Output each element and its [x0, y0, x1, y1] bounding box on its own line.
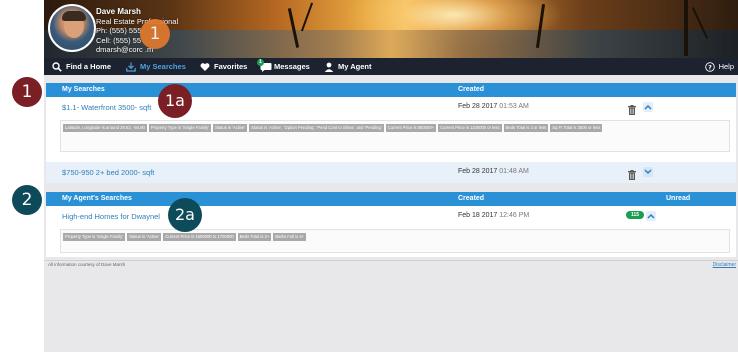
criteria-chip: Beds Total is 2+	[237, 233, 272, 241]
criteria-chip: Status is 'Active'	[127, 233, 162, 241]
search-criteria-panel: Latitude, Longitude is around 29.52, -94…	[46, 118, 736, 156]
screenshot-stage: 1 2 Dave Marsh Real Estate Professional …	[0, 0, 738, 352]
callout-1-header: 1	[140, 19, 170, 49]
main-nav: Find a Home My Searches Favorites 1 Mess…	[44, 58, 738, 75]
search-created: Feb 28 2017 01:48 AM	[458, 168, 529, 175]
search-created: Feb 28 2017 01:53 AM	[458, 103, 529, 110]
agent-searches-title: My Agent's Searches	[62, 195, 132, 202]
nav-label: Favorites	[214, 62, 248, 71]
criteria-chip: Status is 'Active'	[212, 124, 248, 132]
header-banner: Dave Marsh Real Estate Professional Ph: …	[44, 0, 738, 58]
heart-icon	[200, 62, 210, 72]
nav-label: Find a Home	[66, 62, 112, 71]
criteria-chips: Latitude, Longitude is around 29.52, -94…	[63, 124, 727, 132]
chevron-down-icon[interactable]	[643, 167, 653, 177]
nav-label: Messages	[274, 62, 310, 71]
criteria-chip: Baths Full is 3+	[273, 233, 307, 241]
app-window: Dave Marsh Real Estate Professional Ph: …	[44, 0, 738, 352]
search-row: $750-950 2+ bed 2000- sqft Feb 28 2017 0…	[46, 162, 736, 183]
my-searches-header: My Searches Created	[46, 83, 736, 97]
created-date: Feb 28 2017	[458, 168, 498, 175]
download-icon	[126, 62, 136, 72]
created-time: 01:53 AM	[499, 103, 529, 110]
chat-icon: 1	[257, 58, 272, 72]
search-criteria-panel: Property Type is 'Single Family' Status …	[46, 227, 736, 257]
nav-my-agent[interactable]: My Agent	[324, 58, 371, 75]
nav-help[interactable]: ? Help	[704, 58, 734, 75]
chevron-up-icon[interactable]	[643, 102, 653, 112]
created-date: Feb 18 2017	[458, 212, 498, 219]
nav-messages[interactable]: 1 Messages	[257, 58, 310, 75]
trash-icon[interactable]	[628, 167, 636, 180]
my-searches-title: My Searches	[62, 86, 105, 93]
search-created: Feb 18 2017 12:46 PM	[458, 212, 529, 219]
nav-favorites[interactable]: Favorites	[200, 58, 247, 75]
agent-avatar[interactable]	[48, 4, 96, 52]
search-icon	[52, 61, 62, 72]
callout-2: 2	[12, 185, 42, 215]
svg-text:?: ?	[708, 63, 712, 71]
user-icon	[324, 62, 334, 72]
footer-divider	[44, 260, 738, 261]
tree-silhouette	[684, 0, 688, 56]
search-name-link[interactable]: High-end Homes for Dwaynel	[62, 212, 160, 221]
criteria-chip: Current Price is 850000+	[385, 124, 437, 132]
agent-searches-header: My Agent's Searches Created Unread	[46, 192, 736, 206]
unread-column-header: Unread	[666, 195, 691, 202]
nav-find-a-home[interactable]: Find a Home	[52, 58, 111, 75]
search-name-link[interactable]: $750-950 2+ bed 2000- sqft	[62, 168, 154, 177]
callout-1: 1	[12, 77, 42, 107]
criteria-chip: Latitude, Longitude is around 29.52, -94…	[63, 124, 147, 132]
agent-name: Dave Marsh	[96, 7, 141, 16]
created-column-header: Created	[458, 86, 485, 93]
nav-my-searches[interactable]: My Searches	[126, 58, 186, 75]
footer-note: All information courtesy of Dave Marsh	[48, 262, 126, 267]
nav-label: My Agent	[338, 62, 372, 71]
created-time: 12:46 PM	[499, 212, 530, 219]
trash-icon[interactable]	[628, 102, 636, 115]
criteria-chip: Sq Ft Total is 3500 or less	[550, 124, 603, 132]
criteria-chip: Property Type is 'Single Family'	[148, 124, 211, 132]
search-name-link[interactable]: $1.1- Waterfront 3500- sqft	[62, 103, 151, 112]
nav-label: Help	[718, 62, 734, 71]
callout-1a: 1a	[158, 84, 192, 118]
created-time: 01:48 AM	[499, 168, 529, 175]
unread-count-badge: 115	[626, 211, 644, 219]
created-date: Feb 28 2017	[458, 103, 498, 110]
help-circle-icon: ?	[704, 61, 715, 72]
criteria-chip: Status is 'Active', 'Option Pending', 'P…	[249, 124, 384, 132]
agent-search-row: High-end Homes for Dwaynel Feb 18 2017 1…	[46, 206, 736, 227]
agent-email[interactable]: dmarsh@corc .m	[96, 45, 178, 55]
criteria-chip: Property Type is 'Single Family'	[63, 233, 126, 241]
tree-silhouette	[300, 2, 314, 32]
messages-badge: 1	[257, 58, 264, 66]
criteria-container: Latitude, Longitude is around 29.52, -94…	[60, 120, 730, 152]
criteria-chips: Property Type is 'Single Family' Status …	[63, 233, 727, 241]
criteria-chip: Current Price is 1500000 to 1700000	[163, 233, 236, 241]
criteria-container: Property Type is 'Single Family' Status …	[60, 229, 730, 253]
callout-2a: 2a	[168, 198, 202, 232]
criteria-chip: Current Price is 1100000 or less	[438, 124, 502, 132]
created-column-header: Created	[458, 195, 485, 202]
nav-label: My Searches	[140, 62, 186, 71]
disclaimer-link[interactable]: Disclaimer	[713, 262, 736, 268]
search-row: $1.1- Waterfront 3500- sqft Feb 28 2017 …	[46, 97, 736, 118]
chevron-up-icon[interactable]	[646, 211, 656, 221]
criteria-chip: Beds Total is 3 or less	[503, 124, 549, 132]
